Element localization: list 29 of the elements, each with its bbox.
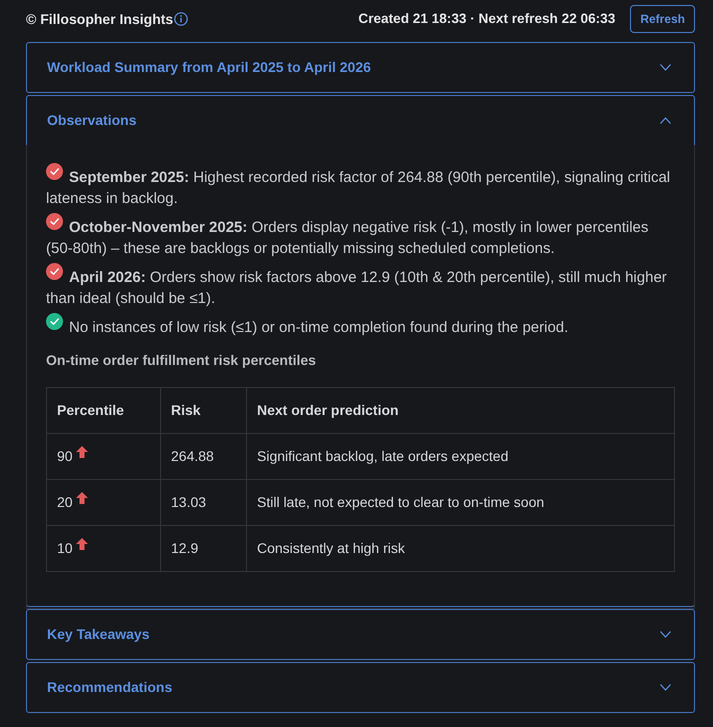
risk-value: 12.9	[171, 540, 198, 556]
chevron-down-icon	[660, 684, 671, 691]
prediction-text: Still late, not expected to clear to on-time soon	[257, 494, 544, 510]
chevron-down-icon	[660, 631, 671, 638]
prediction-text: Consistently at high risk	[257, 540, 405, 556]
refresh-button[interactable]: Refresh	[630, 5, 695, 33]
percentile-value: 10	[57, 540, 73, 556]
accordion-header[interactable]: Observations	[27, 96, 694, 145]
prediction-text: Significant backlog, late orders expected	[257, 448, 508, 464]
accordion-header[interactable]: Workload Summary from April 2025 to April 2026	[27, 43, 694, 92]
column-header: Risk	[171, 402, 201, 418]
observation-text: September 2025: Highest recorded risk factor of 264.88 (90th percentile), signaling critical lateness in backlog.	[46, 163, 675, 209]
accordion-header[interactable]: Recommendations	[27, 663, 694, 712]
table-title: On-time order fulfillment risk percentiles	[46, 351, 317, 370]
observation-text: No instances of low risk (≤1) or on-time completion found during the period.	[46, 313, 675, 338]
brand-title: © Fillosopher Insights	[26, 10, 174, 26]
observation-text: October-November 2025: Orders display negative risk (-1), mostly in lower percentiles (50-80th) – these are backlogs or potentially missing scheduled completions.	[46, 213, 675, 259]
column-header: Percentile	[57, 402, 124, 418]
chevron-down-icon	[660, 64, 671, 71]
risk-value: 13.03	[171, 494, 206, 510]
percentile-value: 20	[57, 494, 73, 510]
observation-text: April 2026: Orders show risk factors above 12.9 (10th & 20th percentile), still much higher than ideal (should be ≤1).	[46, 263, 675, 309]
column-header: Next order prediction	[257, 402, 399, 418]
chevron-up-icon	[660, 117, 671, 124]
percentile-value: 90	[57, 448, 73, 464]
refresh-timestamp: Created 21 18:33 · Next refresh 22 06:33	[358, 10, 616, 28]
info-icon[interactable]	[174, 12, 188, 26]
accordion-header[interactable]: Key Takeaways	[27, 610, 694, 659]
risk-value: 264.88	[171, 448, 214, 464]
